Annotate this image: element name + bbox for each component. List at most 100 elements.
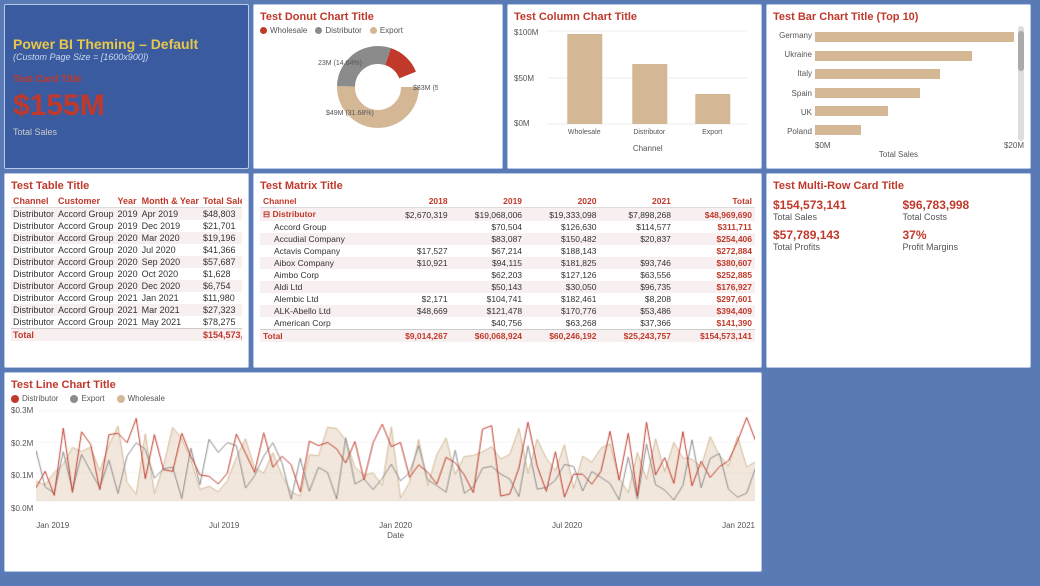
multi-row-item-2: $96,783,998 Total Costs <box>903 198 1025 222</box>
title-card: Power BI Theming – Default (Custom Page … <box>4 4 249 169</box>
line-chart-title: Test Line Chart Title <box>11 379 755 391</box>
legend-distributor-line: Distributor <box>11 394 58 403</box>
distributor-line-dot <box>11 395 19 403</box>
multi-row-item-4: 37% Profit Margins <box>903 228 1025 252</box>
table-card: Test Table Title Channel Customer Year M… <box>4 173 249 368</box>
bar-chart-x-title: Total Sales <box>773 150 1024 159</box>
line-legend: Distributor Export Wholesale <box>11 394 755 403</box>
legend-wholesale-line: Wholesale <box>117 394 165 403</box>
line-chart-canvas <box>36 406 755 501</box>
multi-row-title: Test Multi-Row Card Title <box>773 180 1024 192</box>
column-x-title: Channel <box>540 144 755 153</box>
export-dot <box>370 27 377 34</box>
svg-text:$83M (53.67%): $83M (53.67%) <box>413 85 438 92</box>
bar-italy <box>815 69 940 79</box>
table-row: DistributorAccord Group2019Apr 2019$48,8… <box>11 208 242 221</box>
metric-label: Total Sales <box>13 127 240 137</box>
table-row: DistributorAccord Group2019Dec 2019$21,7… <box>11 220 242 232</box>
multi-row-grid: $154,573,141 Total Sales $96,783,998 Tot… <box>773 198 1024 252</box>
total-profits-label: Total Profits <box>773 242 895 252</box>
distributor-dot <box>315 27 322 34</box>
svg-text:Distributor: Distributor <box>634 129 667 136</box>
empty-area <box>766 372 1031 572</box>
y-axis: $100M $50M $0M <box>514 26 540 146</box>
export-line-dot <box>70 395 78 403</box>
matrix-col-2019: 2019 <box>451 195 525 208</box>
multi-row-item-1: $154,573,141 Total Sales <box>773 198 895 222</box>
total-sales-value: $154,573,141 <box>773 198 895 212</box>
bar-uk <box>815 106 888 116</box>
bar-chart-title: Test Bar Chart Title (Top 10) <box>773 11 1024 23</box>
matrix-total-row: Total$9,014,267$60,068,924$60,246,192$25… <box>260 330 755 343</box>
col-sales: Total Sales <box>201 195 242 208</box>
donut-chart-card: Test Donut Chart Title Wholesale Distrib… <box>253 4 503 169</box>
matrix-row: Aimbo Corp$62,203$127,126$63,556$252,885 <box>260 269 755 281</box>
line-x-labels: Jan 2019 Jul 2019 Jan 2020 Jul 2020 Jan … <box>36 519 755 530</box>
table-total-row: Total$154,573,141 <box>11 329 242 342</box>
column-chart-title: Test Column Chart Title <box>514 11 755 23</box>
profit-margins-value: 37% <box>903 228 1025 242</box>
table-row: DistributorAccord Group2020Sep 2020$57,6… <box>11 256 242 268</box>
bar-ukraine <box>815 51 972 61</box>
col-channel: Channel <box>11 195 56 208</box>
matrix-row: Actavis Company$17,527$67,214$188,143$27… <box>260 245 755 257</box>
multi-row-card: Test Multi-Row Card Title $154,573,141 T… <box>766 173 1031 368</box>
matrix-row: Accudial Company$83,087$150,482$20,837$2… <box>260 233 755 245</box>
donut-svg: $23M (14.64%) $49M (31.68%) $83M (53.67%… <box>318 35 438 140</box>
table-row: DistributorAccord Group2020Oct 2020$1,62… <box>11 268 242 280</box>
table-row: DistributorAccord Group2020Jul 2020$41,3… <box>11 244 242 256</box>
matrix-row: ALK-Abello Ltd$48,669$121,478$170,776$53… <box>260 305 755 317</box>
bar-spain <box>815 88 920 98</box>
legend-wholesale: Wholesale <box>260 26 307 35</box>
matrix-row: Aibox Company$10,921$94,115$181,825$93,7… <box>260 257 755 269</box>
matrix-row: Accord Group$70,504$126,630$114,577$311,… <box>260 221 755 233</box>
col-customer: Customer <box>56 195 116 208</box>
table-row: DistributorAccord Group2021Mar 2021$27,3… <box>11 304 242 316</box>
col-year: Year <box>116 195 140 208</box>
matrix-title: Test Matrix Title <box>260 180 755 192</box>
table-row: DistributorAccord Group2021May 2021$78,2… <box>11 316 242 329</box>
multi-row-item-3: $57,789,143 Total Profits <box>773 228 895 252</box>
bar-germany <box>815 32 1014 42</box>
bar-chart-x-labels: $0M$20M <box>773 141 1024 150</box>
metric-value: $155M <box>13 89 240 123</box>
profit-margins-label: Profit Margins <box>903 242 1025 252</box>
data-table: Channel Customer Year Month & Year Total… <box>11 195 242 341</box>
column-chart-card: Test Column Chart Title $100M $50M $0M <box>507 4 762 169</box>
bar-poland <box>815 125 861 135</box>
metric-card-title: Test Card Title <box>13 74 240 85</box>
bar-chart-y-axis: Germany Ukraine Italy Spain UK Poland <box>773 26 815 141</box>
matrix-card: Test Matrix Title Channel 2018 2019 2020… <box>253 173 762 368</box>
table-row: DistributorAccord Group2020Dec 2020$6,75… <box>11 280 242 292</box>
bar-chart-card: Test Bar Chart Title (Top 10) Germany Uk… <box>766 4 1031 169</box>
matrix-col-channel: Channel <box>260 195 383 208</box>
line-y-axis: $0.3M $0.2M $0.1M $0.0M <box>11 406 36 531</box>
legend-export-line: Export <box>70 394 104 403</box>
table-row: DistributorAccord Group2021Jan 2021$11,9… <box>11 292 242 304</box>
matrix-col-total: Total <box>674 195 755 208</box>
table-row: DistributorAccord Group2020Mar 2020$19,1… <box>11 232 242 244</box>
dashboard-subtitle: (Custom Page Size = [1600x900]) <box>13 52 240 62</box>
svg-text:Export: Export <box>703 129 723 136</box>
matrix-col-2021: 2021 <box>599 195 673 208</box>
line-chart-card: Test Line Chart Title Distributor Export… <box>4 372 762 572</box>
matrix-row: Alembic Ltd$2,171$104,741$182,461$8,208$… <box>260 293 755 305</box>
col-month: Month & Year <box>140 195 201 208</box>
matrix-row: American Corp$40,756$63,268$37,366$141,3… <box>260 317 755 330</box>
dashboard-title: Power BI Theming – Default <box>13 36 240 52</box>
matrix-table: Channel 2018 2019 2020 2021 Total ⊟ Dist… <box>260 195 755 342</box>
donut-chart-title: Test Donut Chart Title <box>260 11 496 23</box>
matrix-row: Aldi Ltd$50,143$30,050$96,735$176,927 <box>260 281 755 293</box>
wholesale-dot <box>260 27 267 34</box>
matrix-row: ⊟ Distributor$2,670,319$19,068,006$19,33… <box>260 208 755 222</box>
total-costs-value: $96,783,998 <box>903 198 1025 212</box>
svg-text:Wholesale: Wholesale <box>568 129 601 136</box>
svg-text:$49M (31.68%): $49M (31.68%) <box>326 110 374 117</box>
table-title: Test Table Title <box>11 180 242 192</box>
svg-text:$23M (14.64%): $23M (14.64%) <box>318 60 362 67</box>
total-profits-value: $57,789,143 <box>773 228 895 242</box>
total-costs-label: Total Costs <box>903 212 1025 222</box>
column-svg: Wholesale Distributor Export <box>540 26 755 141</box>
wholesale-line-dot <box>117 395 125 403</box>
total-sales-label: Total Sales <box>773 212 895 222</box>
